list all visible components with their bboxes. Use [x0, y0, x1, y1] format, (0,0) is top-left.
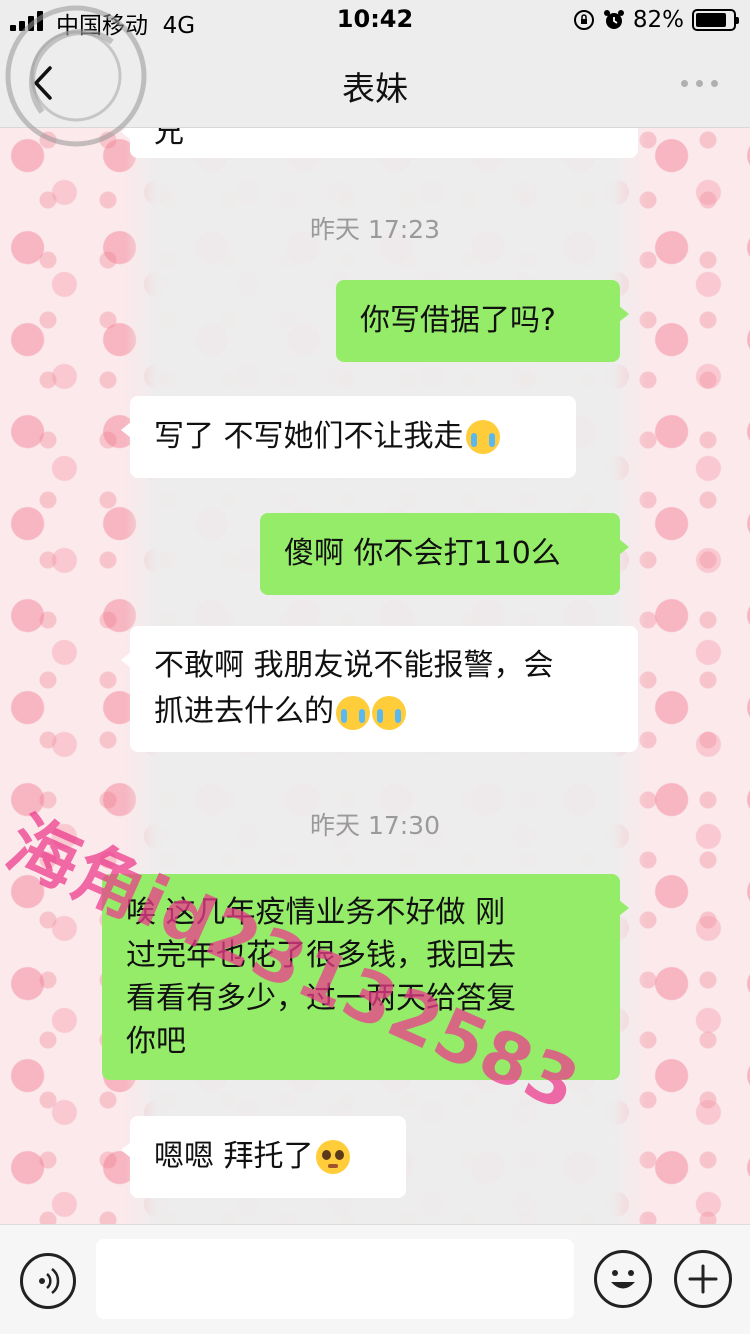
message-bubble-incoming[interactable]: 兄 — [121, 128, 638, 158]
status-bar: 中国移动 4G 10:42 82% — [0, 0, 750, 40]
message-text: 写了 不写她们不让我走 — [154, 419, 464, 454]
dot-icon — [710, 79, 718, 87]
message-text: 兄 — [154, 128, 184, 150]
message-text-line: 不敢啊 我朋友说不能报警，会 — [154, 648, 554, 683]
message-bubble-incoming[interactable]: 不敢啊 我朋友说不能报警，会 抓进去什么的 — [121, 626, 638, 752]
battery-percent: 82% — [632, 7, 684, 33]
chat-header: 表妹 — [0, 40, 750, 128]
message-bubble-outgoing[interactable]: 你写借据了吗? — [336, 280, 629, 362]
chat-message-list[interactable]: 兄 昨天 17:23 你写借据了吗? 写了 不写她们不让我走 傻啊 你不会打11… — [0, 128, 750, 1224]
message-text-line: 看看有多少，过一两天给答复 — [126, 981, 516, 1016]
message-text-line: 你吧 — [126, 1024, 186, 1059]
message-text-line: 唉 这几年疫情业务不好做 刚 — [126, 895, 506, 930]
cry-icon — [465, 420, 500, 454]
chat-title: 表妹 — [342, 69, 408, 108]
emoji-smile-icon[interactable] — [594, 1250, 652, 1308]
voice-input-icon[interactable] — [20, 1253, 76, 1309]
message-timestamp: 昨天 17:23 — [310, 215, 440, 244]
message-timestamp: 昨天 17:30 — [310, 811, 440, 840]
message-bubble-incoming[interactable]: 嗯嗯 拜托了 — [121, 1116, 406, 1198]
message-text-line-with-emoji: 抓进去什么的 — [154, 689, 406, 735]
more-options-button[interactable] — [674, 70, 724, 96]
message-text: 你写借据了吗? — [360, 303, 556, 338]
add-more-icon[interactable] — [674, 1250, 732, 1308]
orientation-lock-icon — [573, 10, 594, 30]
message-bubble-outgoing[interactable]: 唉 这几年疫情业务不好做 刚 过完年也花了很多钱，我回去 看看有多少，过一两天给… — [102, 874, 629, 1080]
pleading-face-icon — [315, 1140, 350, 1174]
alarm-icon — [603, 10, 624, 29]
dot-icon — [680, 79, 688, 87]
cry-icon — [372, 695, 406, 730]
message-input-bar — [0, 1224, 750, 1334]
message-text-line: 抓进去什么的 — [154, 694, 334, 729]
cry-icon — [336, 695, 370, 730]
message-text: 嗯嗯 拜托了 — [154, 1139, 314, 1174]
message-text: 傻啊 你不会打110么 — [284, 536, 561, 571]
dot-icon — [695, 79, 703, 87]
message-text-line: 过完年也花了很多钱，我回去 — [126, 938, 516, 973]
battery-icon — [692, 9, 739, 31]
message-bubble-incoming[interactable]: 写了 不写她们不让我走 — [121, 396, 576, 478]
message-bubble-outgoing[interactable]: 傻啊 你不会打110么 — [260, 513, 629, 595]
status-right-group: 82% — [573, 6, 739, 34]
message-input[interactable] — [96, 1239, 574, 1319]
